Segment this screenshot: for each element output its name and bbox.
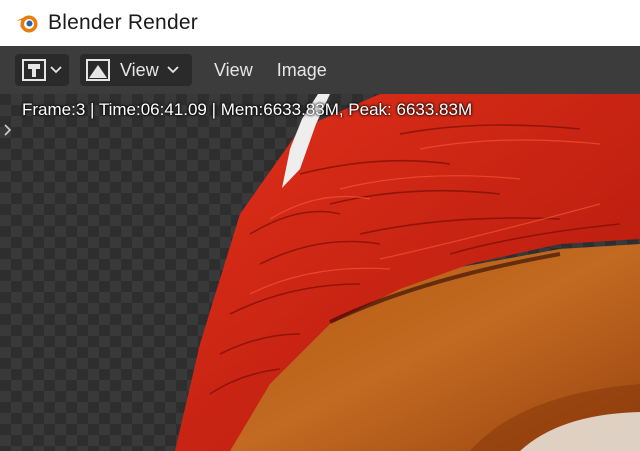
sidebar-toggle-icon[interactable] — [2, 122, 14, 138]
view-dropdown[interactable]: View — [80, 54, 192, 86]
image-editor-icon — [22, 59, 46, 81]
menu-image[interactable]: Image — [277, 60, 327, 81]
menu-view[interactable]: View — [214, 60, 253, 81]
blender-logo-icon — [16, 15, 38, 33]
render-image — [175, 94, 640, 451]
image-icon — [86, 59, 110, 81]
editor-header: View View Image — [0, 46, 640, 94]
chevron-down-icon — [50, 66, 62, 74]
title-bar: Blender Render — [0, 0, 640, 46]
chevron-down-icon — [167, 66, 179, 74]
view-dropdown-label: View — [120, 59, 159, 80]
render-viewport[interactable]: Frame:3 | Time:06:41.09 | Mem:6633.83M, … — [0, 94, 640, 451]
render-stats: Frame:3 | Time:06:41.09 | Mem:6633.83M, … — [22, 100, 473, 119]
window-title: Blender Render — [48, 11, 198, 34]
editor-type-button[interactable] — [15, 54, 69, 86]
